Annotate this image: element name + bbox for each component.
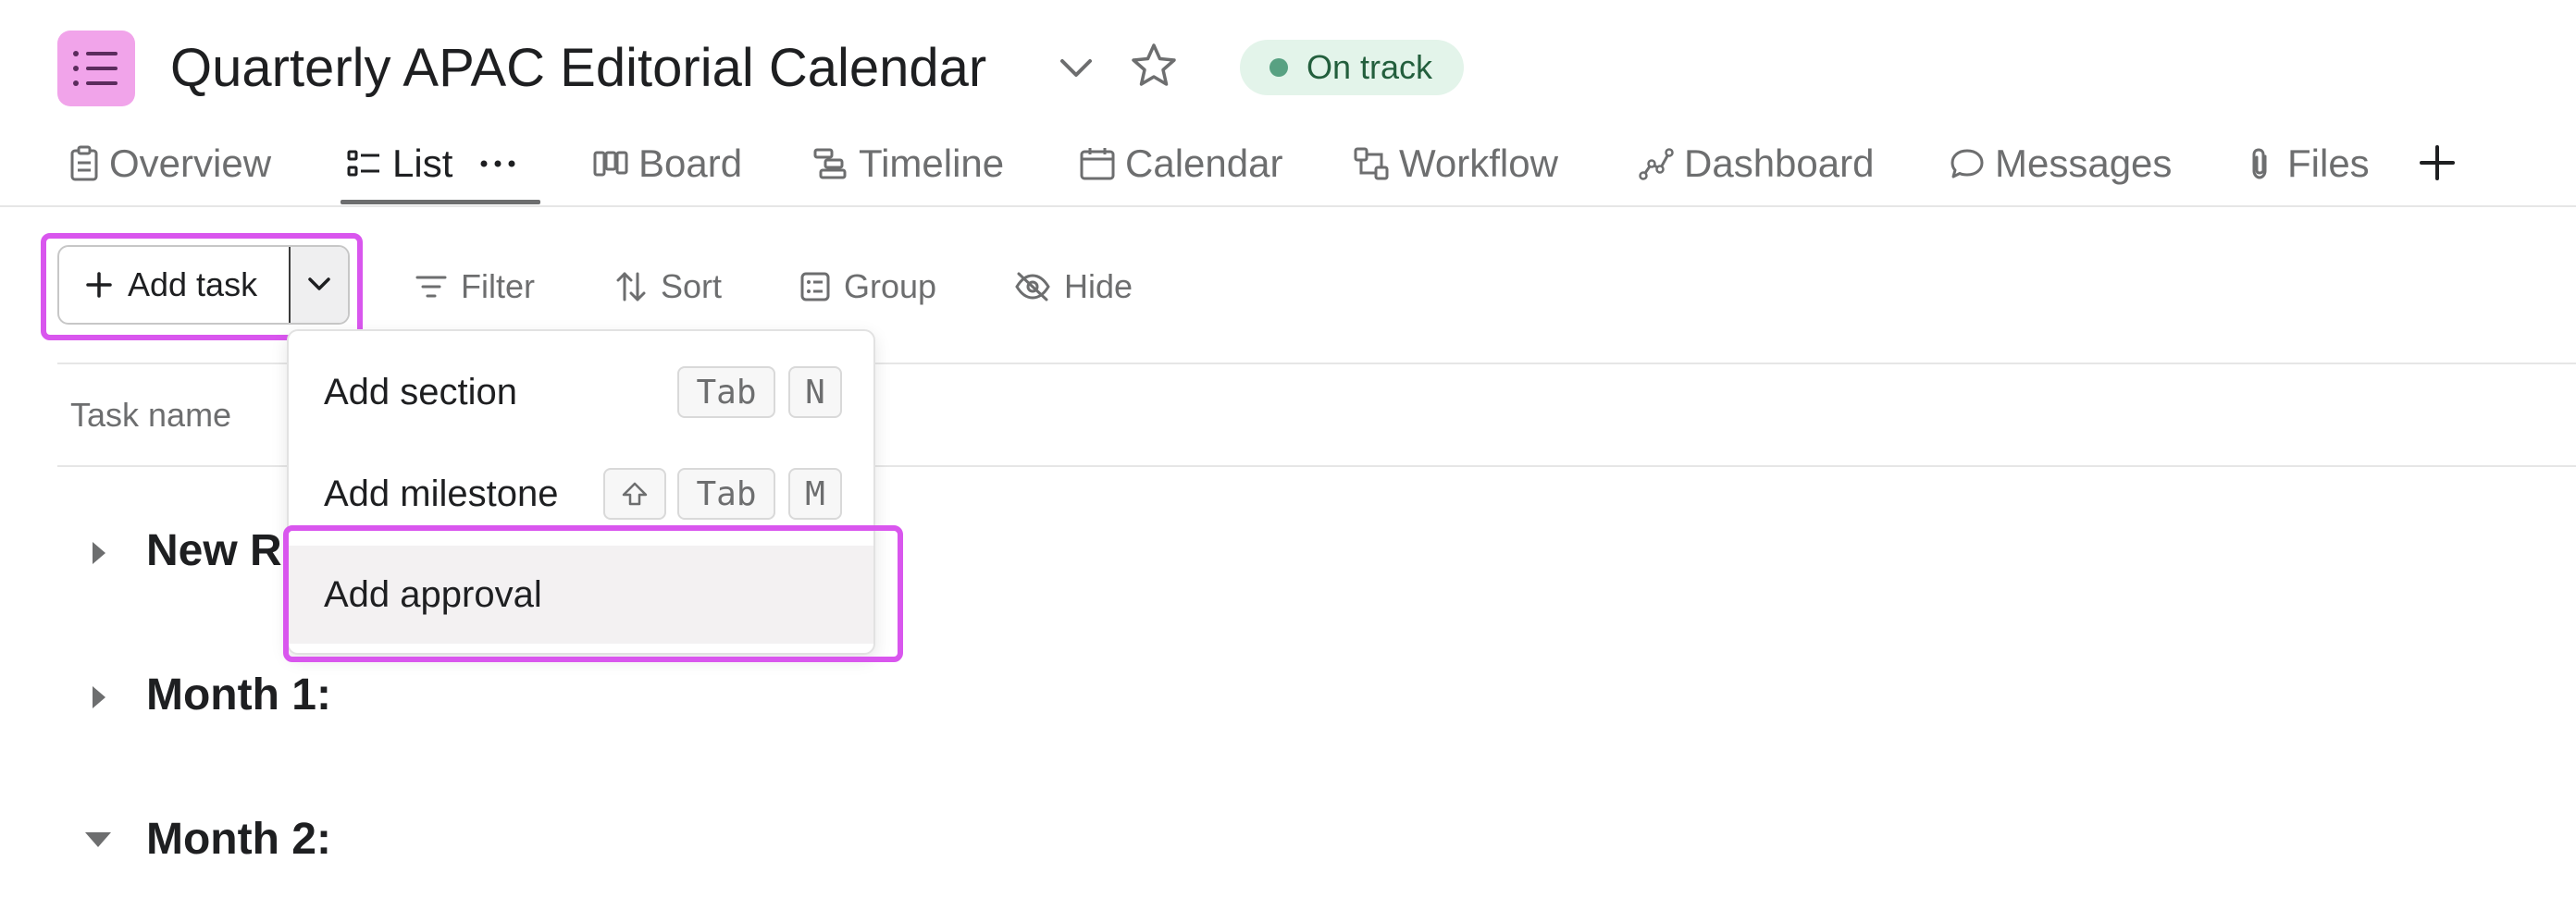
menu-item-label: Add section	[324, 371, 518, 412]
group-button[interactable]: Group	[799, 259, 936, 314]
hide-button[interactable]: Hide	[1014, 259, 1133, 314]
tab-label: Timeline	[859, 141, 1005, 185]
chevron-down-icon[interactable]	[1055, 50, 1097, 87]
more-options-icon[interactable]	[477, 148, 518, 179]
tab-board[interactable]: Board	[592, 139, 742, 189]
caret-down-icon[interactable]	[80, 823, 117, 856]
group-icon	[800, 272, 830, 301]
sort-label: Sort	[661, 267, 723, 305]
highlight-add-approval	[283, 525, 903, 662]
board-icon	[593, 151, 628, 177]
status-label: On track	[1307, 48, 1433, 86]
filter-label: Filter	[461, 267, 535, 305]
tab-label: Messages	[1995, 141, 2173, 185]
dashboard-icon	[1639, 148, 1674, 180]
tab-label: Files	[2287, 141, 2370, 185]
tab-label: Dashboard	[1684, 141, 1875, 185]
tab-label: Overview	[109, 141, 272, 185]
tab-files[interactable]: Files	[2245, 139, 2370, 189]
tab-label: Board	[638, 141, 743, 185]
sort-icon	[616, 272, 646, 301]
page-title[interactable]: Quarterly APAC Editorial Calendar	[170, 35, 986, 102]
hide-label: Hide	[1064, 267, 1133, 305]
tab-overview[interactable]: Overview	[68, 139, 271, 189]
tab-dashboard[interactable]: Dashboard	[1638, 139, 1874, 189]
tab-timeline[interactable]: Timeline	[812, 139, 1004, 189]
tab-label: Calendar	[1125, 141, 1283, 185]
star-icon[interactable]	[1129, 41, 1179, 91]
tab-workflow[interactable]: Workflow	[1353, 139, 1558, 189]
project-icon[interactable]	[57, 31, 135, 106]
active-tab-indicator	[341, 200, 540, 204]
shortcut-key: Tab	[677, 366, 775, 418]
filter-button[interactable]: Filter	[415, 259, 535, 314]
sort-button[interactable]: Sort	[614, 259, 722, 314]
tab-label: Workflow	[1399, 141, 1558, 185]
clipboard-icon	[70, 145, 98, 181]
group-label: Group	[844, 267, 937, 305]
status-badge[interactable]: On track	[1240, 40, 1465, 95]
menu-item-add-section[interactable]: Add section Tab N	[289, 348, 873, 437]
tab-label: List	[392, 141, 453, 185]
caret-right-icon[interactable]	[85, 535, 111, 572]
timeline-icon	[813, 148, 847, 179]
section-title[interactable]: Month 2:	[146, 814, 331, 865]
tab-calendar[interactable]: Calendar	[1079, 139, 1282, 189]
workflow-icon	[1354, 147, 1389, 180]
highlight-add-task-group	[41, 233, 363, 340]
eye-off-icon	[1015, 272, 1050, 301]
shortcut-key: M	[788, 468, 842, 520]
list-icon	[73, 51, 118, 86]
shortcut-key: N	[788, 366, 842, 418]
column-header-task-name[interactable]: Task name	[70, 396, 231, 435]
menu-item-label: Add milestone	[324, 473, 559, 514]
paperclip-icon	[2252, 148, 2267, 179]
section-title[interactable]: New R	[146, 525, 282, 576]
section-title[interactable]: Month 1:	[146, 670, 331, 720]
list-icon	[347, 150, 379, 177]
shortcut-key: Tab	[677, 468, 775, 520]
message-icon	[1951, 149, 1984, 178]
status-dot	[1269, 58, 1288, 77]
tab-list[interactable]: List	[346, 139, 452, 189]
header-divider	[0, 205, 2576, 207]
calendar-icon	[1080, 148, 1115, 180]
add-tab-icon[interactable]	[2417, 142, 2458, 183]
filter-icon	[415, 276, 447, 298]
shift-key-icon	[603, 468, 666, 520]
caret-right-icon[interactable]	[85, 679, 111, 716]
tab-messages[interactable]: Messages	[1949, 139, 2172, 189]
